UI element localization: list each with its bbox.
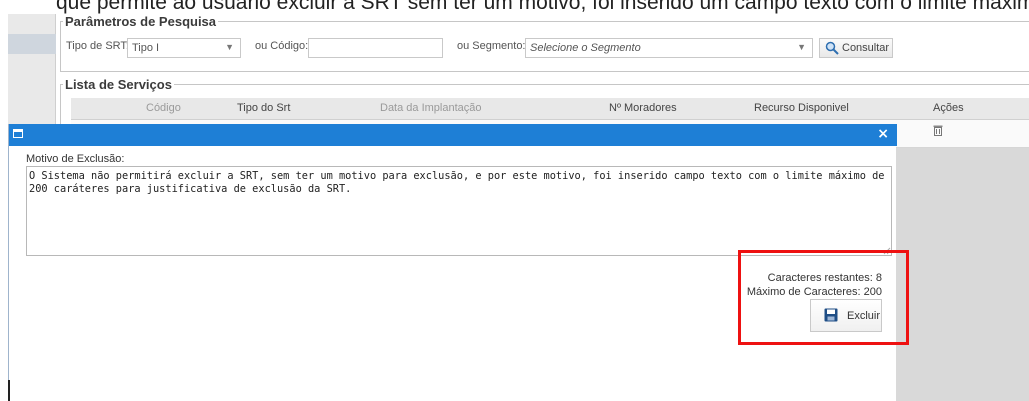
motivo-label: Motivo de Exclusão:	[26, 153, 125, 165]
left-edge-line	[8, 380, 10, 401]
segmento-label: ou Segmento:	[457, 40, 526, 52]
search-params-legend: Parâmetros de Pesquisa	[65, 14, 217, 29]
tipo-srt-select[interactable]: Tipo I ▼	[127, 38, 241, 58]
left-nav-strip	[8, 14, 56, 124]
consultar-label: Consultar	[842, 42, 890, 54]
column-header-tipo-srt: Tipo do Srt	[237, 102, 291, 114]
document-caption: que permite ao usuário excluir a SRT sem…	[56, 0, 1029, 14]
excluir-label: Excluir	[847, 310, 881, 322]
chevron-down-icon: ▼	[797, 42, 806, 52]
column-header-data-implantacao: Data da Implantação	[380, 102, 482, 114]
column-header-moradores: Nº Moradores	[609, 102, 677, 114]
codigo-input[interactable]	[308, 38, 443, 58]
tipo-srt-label: Tipo de SRT:	[66, 40, 129, 52]
excluir-button[interactable]: Excluir	[810, 299, 882, 332]
chevron-down-icon: ▼	[225, 42, 234, 52]
motivo-textarea[interactable]: O Sistema não permitirá excluir a SRT, s…	[26, 166, 892, 256]
background-right-area	[896, 148, 1029, 401]
tipo-srt-value: Tipo I	[132, 42, 160, 54]
save-icon	[824, 308, 838, 322]
segmento-placeholder: Selecione o Segmento	[530, 42, 641, 54]
resize-grip-icon[interactable]	[881, 245, 891, 255]
dialog-header: ×	[9, 124, 897, 146]
max-chars-text: Máximo de Caracteres: 200	[746, 286, 882, 298]
remaining-chars-text: Caracteres restantes: 8	[767, 272, 882, 284]
screen: que permite ao usuário excluir a SRT sem…	[0, 0, 1029, 401]
search-icon	[825, 41, 839, 55]
service-table-header	[71, 98, 1029, 120]
column-header-recurso: Recurso Disponivel	[754, 102, 849, 114]
segmento-select[interactable]: Selecione o Segmento ▼	[525, 38, 813, 58]
service-list-legend: Lista de Serviços	[65, 77, 172, 92]
codigo-label: ou Código:	[255, 40, 309, 52]
column-header-codigo: Código	[146, 102, 181, 114]
trash-icon[interactable]	[933, 124, 943, 136]
column-header-acoes: Ações	[933, 102, 964, 114]
close-icon[interactable]: ×	[877, 126, 889, 142]
exclusion-dialog: × Motivo de Exclusão: O Sistema não perm…	[8, 124, 897, 401]
window-icon	[13, 129, 23, 138]
consultar-button[interactable]: Consultar	[819, 38, 893, 58]
